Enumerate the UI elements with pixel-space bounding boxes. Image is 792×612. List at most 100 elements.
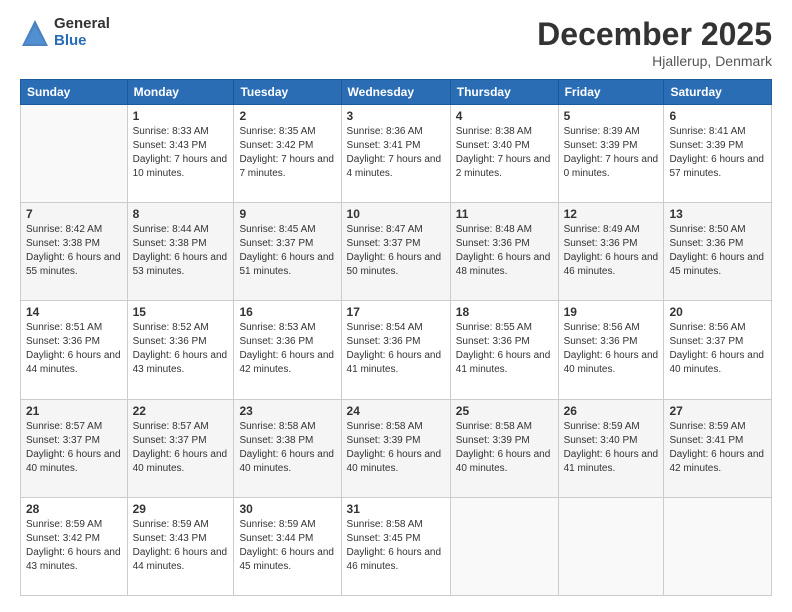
day-info: Sunrise: 8:35 AM Sunset: 3:42 PM Dayligh… [239, 125, 335, 181]
calendar-header-row: Sunday Monday Tuesday Wednesday Thursday… [21, 80, 772, 105]
sunrise: Sunrise: 8:53 AM [239, 322, 315, 333]
day-number: 17 [347, 305, 445, 319]
calendar-cell-3-3: 24 Sunrise: 8:58 AM Sunset: 3:39 PM Dayl… [341, 399, 450, 497]
day-number: 23 [239, 404, 335, 418]
day-info: Sunrise: 8:59 AM Sunset: 3:44 PM Dayligh… [239, 518, 335, 574]
sunset: Sunset: 3:40 PM [564, 435, 638, 446]
sunrise: Sunrise: 8:58 AM [456, 421, 532, 432]
sunrise: Sunrise: 8:59 AM [133, 519, 209, 530]
sunrise: Sunrise: 8:56 AM [669, 322, 745, 333]
sunrise: Sunrise: 8:58 AM [347, 519, 423, 530]
calendar-cell-4-3: 31 Sunrise: 8:58 AM Sunset: 3:45 PM Dayl… [341, 497, 450, 595]
logo: General Blue [20, 16, 110, 49]
sunset: Sunset: 3:36 PM [564, 238, 638, 249]
day-number: 27 [669, 404, 766, 418]
week-row-4: 21 Sunrise: 8:57 AM Sunset: 3:37 PM Dayl… [21, 399, 772, 497]
sunrise: Sunrise: 8:35 AM [239, 126, 315, 137]
sunset: Sunset: 3:45 PM [347, 533, 421, 544]
day-number: 16 [239, 305, 335, 319]
calendar-cell-4-6 [664, 497, 772, 595]
sunset: Sunset: 3:36 PM [564, 336, 638, 347]
day-number: 1 [133, 109, 229, 123]
daylight: Daylight: 6 hours and 40 minutes. [669, 350, 764, 375]
sunset: Sunset: 3:42 PM [239, 140, 313, 151]
day-number: 14 [26, 305, 122, 319]
day-number: 18 [456, 305, 553, 319]
daylight: Daylight: 6 hours and 57 minutes. [669, 154, 764, 179]
daylight: Daylight: 6 hours and 48 minutes. [456, 252, 551, 277]
day-info: Sunrise: 8:58 AM Sunset: 3:38 PM Dayligh… [239, 420, 335, 476]
sunset: Sunset: 3:38 PM [26, 238, 100, 249]
day-info: Sunrise: 8:42 AM Sunset: 3:38 PM Dayligh… [26, 223, 122, 279]
daylight: Daylight: 6 hours and 42 minutes. [669, 449, 764, 474]
calendar-cell-1-6: 13 Sunrise: 8:50 AM Sunset: 3:36 PM Dayl… [664, 203, 772, 301]
week-row-1: 1 Sunrise: 8:33 AM Sunset: 3:43 PM Dayli… [21, 105, 772, 203]
daylight: Daylight: 6 hours and 41 minutes. [564, 449, 659, 474]
day-number: 9 [239, 207, 335, 221]
calendar-cell-0-5: 5 Sunrise: 8:39 AM Sunset: 3:39 PM Dayli… [558, 105, 664, 203]
daylight: Daylight: 7 hours and 0 minutes. [564, 154, 659, 179]
calendar-cell-4-4 [450, 497, 558, 595]
sunrise: Sunrise: 8:47 AM [347, 224, 423, 235]
day-info: Sunrise: 8:39 AM Sunset: 3:39 PM Dayligh… [564, 125, 659, 181]
daylight: Daylight: 6 hours and 43 minutes. [26, 547, 121, 572]
calendar-cell-2-4: 18 Sunrise: 8:55 AM Sunset: 3:36 PM Dayl… [450, 301, 558, 399]
day-number: 11 [456, 207, 553, 221]
header-monday: Monday [127, 80, 234, 105]
header-tuesday: Tuesday [234, 80, 341, 105]
sunrise: Sunrise: 8:52 AM [133, 322, 209, 333]
calendar-cell-0-0 [21, 105, 128, 203]
daylight: Daylight: 6 hours and 46 minutes. [347, 547, 442, 572]
sunrise: Sunrise: 8:49 AM [564, 224, 640, 235]
day-number: 22 [133, 404, 229, 418]
calendar-cell-0-2: 2 Sunrise: 8:35 AM Sunset: 3:42 PM Dayli… [234, 105, 341, 203]
calendar-cell-1-3: 10 Sunrise: 8:47 AM Sunset: 3:37 PM Dayl… [341, 203, 450, 301]
sunrise: Sunrise: 8:59 AM [669, 421, 745, 432]
sunrise: Sunrise: 8:51 AM [26, 322, 102, 333]
sunset: Sunset: 3:39 PM [347, 435, 421, 446]
logo-icon [20, 18, 50, 48]
daylight: Daylight: 6 hours and 42 minutes. [239, 350, 334, 375]
sunrise: Sunrise: 8:58 AM [347, 421, 423, 432]
daylight: Daylight: 6 hours and 41 minutes. [347, 350, 442, 375]
day-info: Sunrise: 8:41 AM Sunset: 3:39 PM Dayligh… [669, 125, 766, 181]
header-wednesday: Wednesday [341, 80, 450, 105]
daylight: Daylight: 6 hours and 40 minutes. [347, 449, 442, 474]
header-saturday: Saturday [664, 80, 772, 105]
calendar-cell-3-6: 27 Sunrise: 8:59 AM Sunset: 3:41 PM Dayl… [664, 399, 772, 497]
daylight: Daylight: 6 hours and 40 minutes. [239, 449, 334, 474]
daylight: Daylight: 7 hours and 2 minutes. [456, 154, 551, 179]
sunrise: Sunrise: 8:54 AM [347, 322, 423, 333]
day-info: Sunrise: 8:57 AM Sunset: 3:37 PM Dayligh… [133, 420, 229, 476]
title-section: December 2025 Hjallerup, Denmark [537, 16, 772, 69]
sunset: Sunset: 3:37 PM [669, 336, 743, 347]
sunset: Sunset: 3:37 PM [239, 238, 313, 249]
calendar-cell-0-3: 3 Sunrise: 8:36 AM Sunset: 3:41 PM Dayli… [341, 105, 450, 203]
sunrise: Sunrise: 8:57 AM [133, 421, 209, 432]
calendar-cell-2-1: 15 Sunrise: 8:52 AM Sunset: 3:36 PM Dayl… [127, 301, 234, 399]
day-info: Sunrise: 8:53 AM Sunset: 3:36 PM Dayligh… [239, 321, 335, 377]
sunset: Sunset: 3:36 PM [133, 336, 207, 347]
day-info: Sunrise: 8:45 AM Sunset: 3:37 PM Dayligh… [239, 223, 335, 279]
day-number: 12 [564, 207, 659, 221]
calendar-cell-3-0: 21 Sunrise: 8:57 AM Sunset: 3:37 PM Dayl… [21, 399, 128, 497]
calendar-cell-2-5: 19 Sunrise: 8:56 AM Sunset: 3:36 PM Dayl… [558, 301, 664, 399]
day-info: Sunrise: 8:56 AM Sunset: 3:37 PM Dayligh… [669, 321, 766, 377]
sunrise: Sunrise: 8:42 AM [26, 224, 102, 235]
sunrise: Sunrise: 8:36 AM [347, 126, 423, 137]
sunrise: Sunrise: 8:50 AM [669, 224, 745, 235]
sunset: Sunset: 3:39 PM [456, 435, 530, 446]
calendar-cell-0-4: 4 Sunrise: 8:38 AM Sunset: 3:40 PM Dayli… [450, 105, 558, 203]
calendar-cell-2-0: 14 Sunrise: 8:51 AM Sunset: 3:36 PM Dayl… [21, 301, 128, 399]
day-number: 19 [564, 305, 659, 319]
day-info: Sunrise: 8:54 AM Sunset: 3:36 PM Dayligh… [347, 321, 445, 377]
day-info: Sunrise: 8:58 AM Sunset: 3:45 PM Dayligh… [347, 518, 445, 574]
sunset: Sunset: 3:40 PM [456, 140, 530, 151]
sunset: Sunset: 3:39 PM [669, 140, 743, 151]
header-friday: Friday [558, 80, 664, 105]
sunrise: Sunrise: 8:44 AM [133, 224, 209, 235]
day-number: 15 [133, 305, 229, 319]
location: Hjallerup, Denmark [537, 53, 772, 69]
daylight: Daylight: 6 hours and 55 minutes. [26, 252, 121, 277]
sunrise: Sunrise: 8:58 AM [239, 421, 315, 432]
